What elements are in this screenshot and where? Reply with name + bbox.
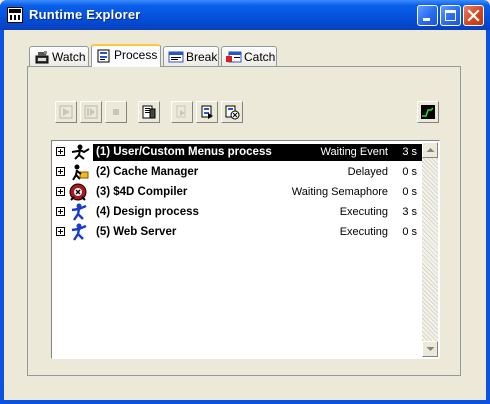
monitor-button-icon xyxy=(421,105,435,119)
window-title: Runtime Explorer xyxy=(29,7,141,22)
process-icon xyxy=(97,49,110,63)
process-panel: (1) User/Custom Menus process Waiting Ev… xyxy=(27,66,461,376)
app-icon xyxy=(7,7,23,23)
chevron-up-icon xyxy=(426,148,435,152)
process-list: (1) User/Custom Menus process Waiting Ev… xyxy=(51,140,440,359)
process-time: 0 s xyxy=(402,186,417,198)
process-state: Waiting Event xyxy=(320,146,388,158)
abort-button-icon xyxy=(201,105,213,119)
resume-button-icon xyxy=(59,105,73,119)
web-server-icon xyxy=(71,223,87,241)
tab-watch-label: Watch xyxy=(52,50,86,64)
process-row[interactable]: (3) $4D Compiler Waiting Semaphore 0 s xyxy=(53,182,422,202)
tab-catch[interactable]: Catch xyxy=(221,46,277,66)
process-time: 0 s xyxy=(402,166,417,178)
chevron-down-icon xyxy=(426,347,435,351)
monitor-button[interactable] xyxy=(417,101,439,123)
maximize-button[interactable] xyxy=(440,5,461,26)
process-state: Waiting Semaphore xyxy=(291,186,388,198)
cache-manager-icon xyxy=(72,164,89,181)
process-name: (1) User/Custom Menus process xyxy=(96,146,272,158)
pause-button-icon xyxy=(225,105,240,120)
design-process-icon xyxy=(71,203,87,221)
resume-button[interactable] xyxy=(55,101,77,123)
process-row[interactable]: (2) Cache Manager Delayed 0 s xyxy=(53,162,422,182)
expand-icon[interactable] xyxy=(56,167,65,176)
compiler-icon xyxy=(69,183,87,201)
pause-button[interactable] xyxy=(221,101,243,123)
title-bar[interactable]: Runtime Explorer xyxy=(0,0,490,30)
vertical-scrollbar[interactable] xyxy=(422,142,438,357)
process-name: (3) $4D Compiler xyxy=(96,186,188,198)
close-icon xyxy=(467,9,480,22)
trace-button[interactable] xyxy=(171,101,193,123)
expand-icon[interactable] xyxy=(56,187,65,196)
process-time: 0 s xyxy=(402,226,417,238)
watch-icon xyxy=(35,51,49,64)
stop-button[interactable] xyxy=(105,101,127,123)
minimize-icon xyxy=(423,18,430,21)
debug-button-icon xyxy=(142,105,156,119)
abort-button[interactable] xyxy=(196,101,218,123)
window-client-area: Watch Process Break Catch (1) User/Custo… xyxy=(4,30,486,400)
catch-icon xyxy=(226,51,242,63)
process-state: Executing xyxy=(339,226,388,238)
tab-watch[interactable]: Watch xyxy=(29,46,89,66)
step-button-icon xyxy=(84,105,98,119)
process-row[interactable]: (5) Web Server Executing 0 s xyxy=(53,222,422,242)
stop-button-icon xyxy=(113,109,119,115)
process-name: (2) Cache Manager xyxy=(96,166,199,178)
expand-icon[interactable] xyxy=(56,227,65,236)
process-name: (4) Design process xyxy=(96,206,199,218)
trace-button-icon xyxy=(176,105,186,118)
process-name: (5) Web Server xyxy=(96,226,177,238)
tab-process-label: Process xyxy=(114,48,158,62)
scroll-down-button[interactable] xyxy=(422,341,438,357)
user-process-icon xyxy=(71,144,90,160)
expand-icon[interactable] xyxy=(56,147,65,156)
runtime-explorer-window: Runtime Explorer Watch Process Break Cat… xyxy=(0,0,490,404)
maximize-icon xyxy=(445,10,456,21)
process-time: 3 s xyxy=(402,146,417,158)
process-row[interactable]: (1) User/Custom Menus process Waiting Ev… xyxy=(53,142,422,162)
tab-break-label: Break xyxy=(186,50,218,64)
tab-break[interactable]: Break xyxy=(163,46,219,66)
tab-process[interactable]: Process xyxy=(91,44,161,67)
process-time: 3 s xyxy=(402,206,417,218)
process-state: Executing xyxy=(339,206,388,218)
tab-catch-label: Catch xyxy=(244,50,276,64)
step-button[interactable] xyxy=(80,101,102,123)
process-state: Delayed xyxy=(347,166,388,178)
process-row[interactable]: (4) Design process Executing 3 s xyxy=(53,202,422,222)
debug-button[interactable] xyxy=(138,101,160,123)
break-icon xyxy=(168,51,184,63)
process-list-area: (1) User/Custom Menus process Waiting Ev… xyxy=(53,142,422,357)
close-button[interactable] xyxy=(463,5,484,26)
expand-icon[interactable] xyxy=(56,207,65,216)
minimize-button[interactable] xyxy=(417,5,438,26)
scroll-up-button[interactable] xyxy=(422,142,438,158)
